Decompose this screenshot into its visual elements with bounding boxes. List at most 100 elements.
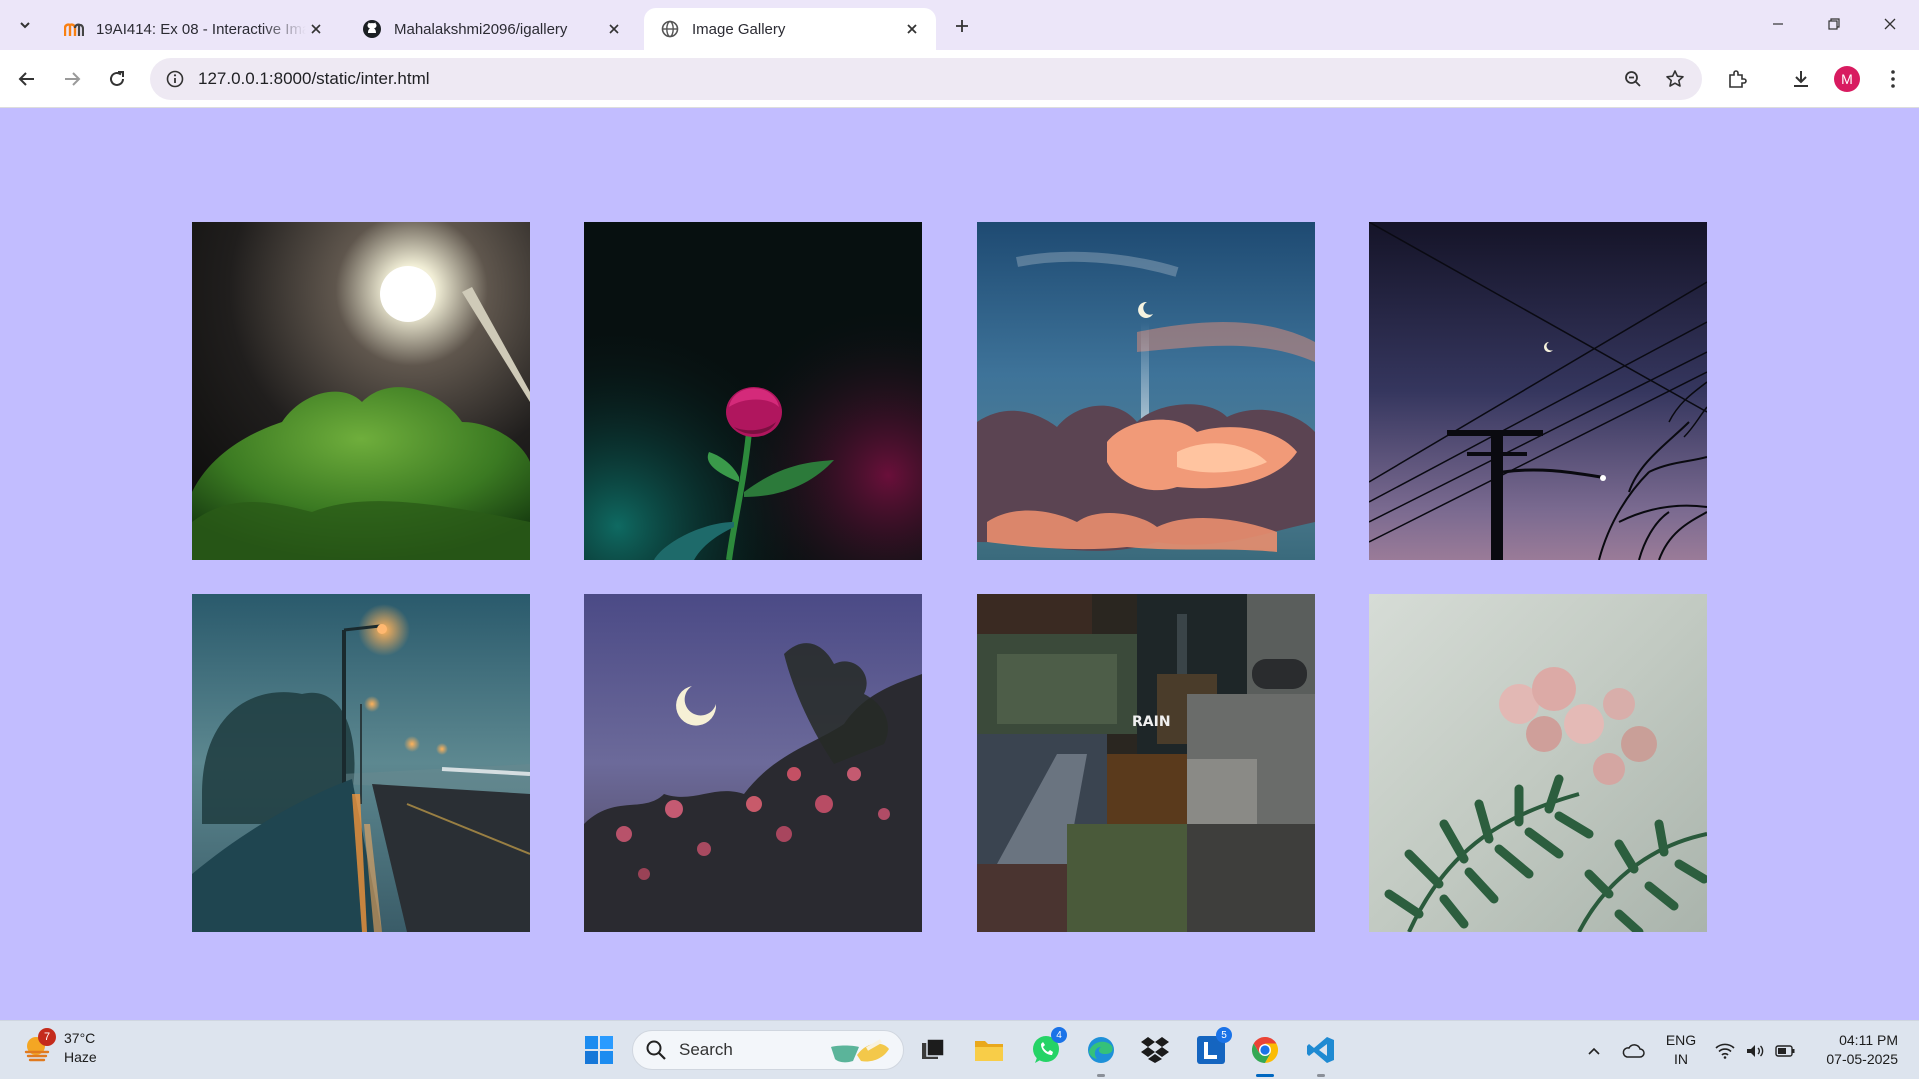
active-indicator — [1256, 1074, 1274, 1077]
search-highlight-icon — [831, 1039, 889, 1063]
site-info-button[interactable] — [160, 64, 190, 94]
clock-time: 04:11 PM — [1839, 1032, 1898, 1048]
rainy-glass-flowers-image — [1369, 594, 1707, 932]
gallery-image-8[interactable] — [1369, 594, 1707, 932]
back-button[interactable] — [10, 62, 44, 96]
moon-clouds-image — [977, 222, 1315, 560]
profile-avatar[interactable]: M — [1834, 66, 1860, 92]
arrow-left-icon — [18, 72, 34, 86]
windows-logo-icon — [585, 1036, 613, 1064]
browser-toolbar: 127.0.0.1:8000/static/inter.html — [0, 50, 1919, 108]
power-lines-image — [1369, 222, 1707, 560]
taskbar-l-app[interactable]: 5 — [1192, 1027, 1232, 1069]
tab-title: Image Gallery — [692, 20, 786, 38]
menu-button[interactable] — [1876, 62, 1910, 96]
moodle-icon — [64, 19, 84, 39]
browser-tab-strip: 19AI414: Ex 08 - Interactive Ima Mahalak… — [0, 0, 1919, 50]
gallery-image-1[interactable] — [192, 222, 530, 560]
taskbar-task-view[interactable] — [914, 1031, 952, 1069]
tab-search-button[interactable] — [10, 10, 40, 40]
zoom-button[interactable] — [1618, 64, 1648, 94]
tab-moodle[interactable]: 19AI414: Ex 08 - Interactive Ima — [48, 8, 340, 50]
taskbar-edge[interactable] — [1082, 1031, 1120, 1077]
foggy-street-image — [192, 594, 530, 932]
star-icon — [1666, 70, 1684, 87]
downloads-button[interactable] — [1784, 62, 1818, 96]
bookmark-button[interactable] — [1660, 64, 1690, 94]
language-code: ENG — [1665, 1032, 1697, 1048]
forward-button[interactable] — [55, 62, 89, 96]
search-icon — [646, 1040, 666, 1060]
page-content: RAIN — [0, 108, 1919, 1020]
edge-icon — [1088, 1037, 1114, 1063]
battery-button[interactable] — [1772, 1021, 1798, 1079]
restore-button[interactable] — [1814, 8, 1854, 40]
windows-taskbar: 7 37°C Haze Search 4 5 ENG IN 04:11 PM 0… — [0, 1020, 1919, 1079]
close-icon — [1884, 18, 1896, 30]
restore-icon — [1828, 18, 1840, 30]
dropbox-icon — [1141, 1037, 1169, 1063]
taskbar-vscode[interactable] — [1302, 1031, 1340, 1077]
tab-image-gallery[interactable]: Image Gallery — [644, 8, 936, 50]
reload-icon — [110, 71, 124, 86]
chevron-up-icon — [1588, 1047, 1600, 1055]
tab-github[interactable]: Mahalakshmi2096/igallery — [346, 8, 638, 50]
onedrive-button[interactable] — [1618, 1021, 1648, 1079]
gallery-image-3[interactable] — [977, 222, 1315, 560]
gallery-image-4[interactable] — [1369, 222, 1707, 560]
taskbar-file-explorer[interactable] — [970, 1031, 1008, 1069]
close-icon[interactable] — [604, 19, 624, 39]
close-window-button[interactable] — [1870, 8, 1910, 40]
chevron-down-icon — [20, 22, 30, 29]
close-icon[interactable] — [306, 19, 326, 39]
streetlamp-image — [192, 222, 530, 560]
volume-button[interactable] — [1742, 1021, 1768, 1079]
gallery-image-5[interactable] — [192, 594, 530, 932]
extensions-button[interactable] — [1720, 62, 1754, 96]
show-hidden-icons-button[interactable] — [1582, 1021, 1606, 1079]
weather-widget[interactable]: 7 37°C Haze — [22, 1028, 97, 1067]
running-indicator — [1317, 1074, 1325, 1077]
plus-icon — [956, 20, 968, 32]
volume-icon — [1747, 1044, 1764, 1057]
folder-icon — [975, 1041, 1003, 1061]
new-tab-button[interactable] — [948, 12, 976, 40]
taskbar-chrome[interactable] — [1246, 1031, 1284, 1077]
moon-flowers-image — [584, 594, 922, 932]
region-code: IN — [1674, 1051, 1688, 1067]
weather-alert-badge: 7 — [38, 1028, 56, 1046]
wifi-button[interactable] — [1712, 1021, 1738, 1079]
arrow-right-icon — [65, 72, 81, 86]
l-app-badge: 5 — [1216, 1027, 1232, 1043]
more-vertical-icon — [1891, 70, 1895, 88]
weather-condition: Haze — [64, 1049, 97, 1065]
weather-sun-haze-icon: 7 — [22, 1028, 56, 1064]
globe-icon — [660, 19, 680, 39]
download-icon — [1794, 71, 1808, 87]
taskbar-whatsapp[interactable]: 4 — [1027, 1027, 1067, 1069]
close-icon[interactable] — [902, 19, 922, 39]
puzzle-icon — [1729, 70, 1747, 88]
battery-icon — [1775, 1044, 1795, 1057]
taskbar-dropbox[interactable] — [1136, 1031, 1174, 1069]
gallery-image-7[interactable]: RAIN — [977, 594, 1315, 932]
github-icon — [362, 19, 382, 39]
taskbar-search[interactable]: Search — [632, 1030, 904, 1070]
vscode-icon — [1307, 1037, 1334, 1063]
chrome-icon — [1251, 1036, 1279, 1064]
clock-date: 07-05-2025 — [1826, 1051, 1898, 1067]
zoom-out-icon — [1625, 71, 1641, 87]
whatsapp-badge: 4 — [1051, 1027, 1067, 1043]
rain-collage-image: RAIN — [977, 594, 1315, 932]
start-button[interactable] — [582, 1033, 616, 1067]
tab-title: Mahalakshmi2096/igallery — [394, 20, 568, 38]
rose-image — [584, 222, 922, 560]
system-clock[interactable]: 04:11 PM 07-05-2025 — [1808, 1031, 1898, 1069]
gallery-image-6[interactable] — [584, 594, 922, 932]
language-indicator[interactable]: ENG IN — [1664, 1031, 1698, 1069]
address-bar[interactable]: 127.0.0.1:8000/static/inter.html — [150, 58, 1702, 100]
minimize-button[interactable] — [1758, 8, 1798, 40]
reload-button[interactable] — [100, 62, 134, 96]
weather-temperature: 37°C — [64, 1030, 96, 1046]
gallery-image-2[interactable] — [584, 222, 922, 560]
